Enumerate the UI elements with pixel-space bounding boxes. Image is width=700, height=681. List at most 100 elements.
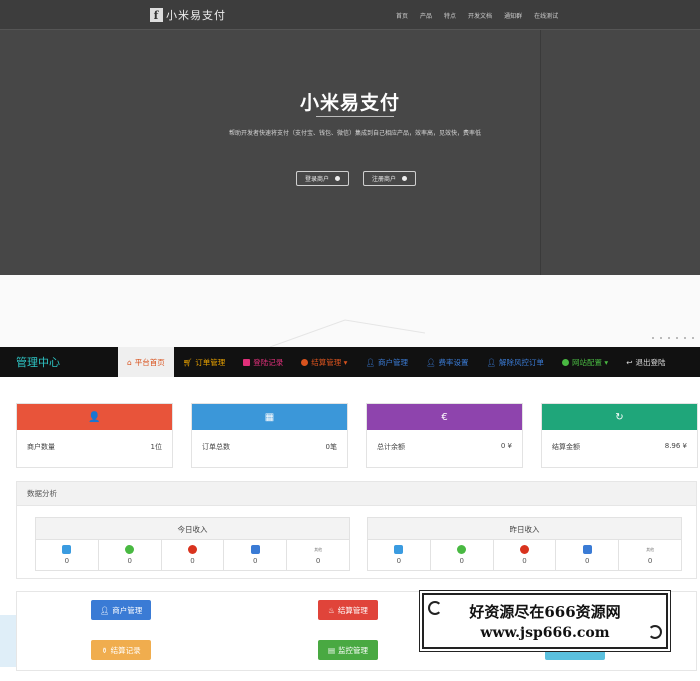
dot[interactable] bbox=[676, 337, 678, 339]
yesterday-income-title: 昨日收入 bbox=[367, 517, 682, 540]
yesterday-income: 昨日收入 0 0 0 0 其他 0 bbox=[367, 517, 682, 572]
other-icon: 其他 bbox=[314, 547, 323, 552]
nav-risk-orders[interactable]: 👤︎ 解除风控订单 bbox=[478, 347, 554, 377]
title-underline bbox=[316, 116, 394, 117]
stat-label: 商户数量 bbox=[27, 443, 55, 451]
nav-merchants[interactable]: 👤︎ 商户管理 bbox=[356, 347, 417, 377]
login-label: 登录商户 bbox=[305, 176, 330, 183]
logo-mark-icon: f bbox=[150, 8, 163, 22]
other-icon: 其他 bbox=[646, 547, 655, 552]
button-label: 监控管理 bbox=[338, 645, 369, 655]
dot[interactable] bbox=[692, 337, 694, 339]
login-merchant-button[interactable]: 登录商户 bbox=[296, 171, 350, 186]
alipay-icon bbox=[394, 545, 404, 554]
income-value: 0 bbox=[315, 557, 321, 565]
income-value: 0 bbox=[647, 557, 653, 565]
stat-label: 结算金额 bbox=[552, 443, 580, 451]
nav-rates[interactable]: 👤︎ 费率设置 bbox=[417, 347, 478, 377]
user-icon: 👤︎ bbox=[99, 605, 110, 615]
dot[interactable] bbox=[660, 337, 662, 339]
income-value: 0 bbox=[190, 557, 195, 565]
settlement-manage-button[interactable]: ♨ 结算管理 bbox=[318, 600, 378, 620]
watermark-logo: 好资源尽在666资源网 www.jsp666.com bbox=[422, 593, 668, 649]
nav-group[interactable]: 通知群 bbox=[504, 11, 522, 20]
income-value: 0 bbox=[585, 557, 590, 565]
income-value: 0 bbox=[522, 557, 527, 565]
nav-label: 退出登陆 bbox=[635, 357, 666, 367]
nav-platform-home[interactable]: ⌂ 平台首页 bbox=[118, 347, 174, 377]
cloud-icon bbox=[301, 358, 309, 366]
nav-home[interactable]: 首页 bbox=[396, 11, 408, 20]
section-gap bbox=[0, 275, 700, 347]
user-icon: 👤︎ bbox=[486, 357, 497, 367]
nav-label: 解除风控订单 bbox=[499, 357, 545, 367]
nav-login-records[interactable]: 登陆记录 bbox=[234, 347, 292, 377]
merchant-manage-button[interactable]: 👤︎ 商户管理 bbox=[91, 600, 151, 620]
watermark-line1: 好资源尽在666资源网 bbox=[469, 603, 621, 621]
today-income: 今日收入 0 0 0 0 其他 0 bbox=[35, 517, 350, 572]
monitor-manage-button[interactable]: ▤ 监控管理 bbox=[318, 640, 378, 660]
cart-icon: 🛒︎ bbox=[182, 357, 193, 367]
logo-text: 小米易支付 bbox=[166, 9, 226, 22]
hero-buttons: 登录商户 注册商户 bbox=[296, 171, 417, 186]
hero-title: 小米易支付 bbox=[299, 92, 400, 114]
panel-title: 数据分析 bbox=[17, 482, 696, 506]
button-label: 商户管理 bbox=[112, 605, 143, 615]
camera-icon bbox=[243, 358, 251, 366]
button-label: 结算记录 bbox=[110, 645, 141, 655]
stat-value: 1位 bbox=[150, 443, 162, 451]
nav-label: 网站配置 ▾ bbox=[572, 357, 609, 367]
stat-value: 0 ¥ bbox=[500, 442, 512, 450]
list-icon: ▤ bbox=[327, 645, 336, 655]
nav-orders[interactable]: 🛒︎ 订单管理 bbox=[174, 347, 235, 377]
nav-docs[interactable]: 开发文档 bbox=[468, 11, 492, 20]
carousel-dots bbox=[652, 337, 694, 339]
nav-site-config[interactable]: 网站配置 ▾ bbox=[553, 347, 617, 377]
stat-card-balance: € 总计余额 0 ¥ bbox=[366, 403, 523, 468]
hero-description: 帮助开发者快速将支付（支付宝、钱包、微信）集成到自己相应产品，效率高，见效快，费… bbox=[228, 130, 481, 137]
nav-features[interactable]: 特点 bbox=[444, 11, 456, 20]
nav-products[interactable]: 产品 bbox=[420, 11, 432, 20]
nav-label: 登陆记录 bbox=[253, 357, 284, 367]
income-value: 0 bbox=[64, 557, 70, 565]
income-value: 0 bbox=[396, 557, 402, 565]
site-logo[interactable]: f 小米易支付 bbox=[150, 7, 226, 23]
button-label: 结算管理 bbox=[337, 605, 368, 615]
nav-test[interactable]: 在线测试 bbox=[534, 11, 558, 20]
stat-card-orders: ▦ 订单总数 0笔 bbox=[191, 403, 348, 468]
today-income-title: 今日收入 bbox=[35, 517, 350, 540]
user-icon: 👤︎ bbox=[425, 357, 436, 367]
trophy-icon: ⚱ bbox=[101, 645, 108, 655]
admin-brand[interactable]: 管理中心 bbox=[0, 354, 118, 370]
user-icon: 👤 bbox=[17, 404, 172, 430]
euro-icon: € bbox=[367, 404, 522, 430]
hero-divider bbox=[540, 30, 541, 275]
dot[interactable] bbox=[668, 337, 670, 339]
home-icon: ⌂ bbox=[127, 357, 132, 367]
admin-navbar: 管理中心 ⌂ 平台首页 🛒︎ 订单管理 登陆记录 结算管理 ▾ 👤︎ 商户管理 … bbox=[0, 347, 700, 377]
nav-label: 商户管理 bbox=[377, 357, 408, 367]
check-icon: ↻ bbox=[542, 404, 697, 430]
nav-settlement[interactable]: 结算管理 ▾ bbox=[292, 347, 356, 377]
site-nav: 首页 产品 特点 开发文档 通知群 在线测试 bbox=[396, 11, 558, 20]
alipay-icon bbox=[62, 545, 72, 554]
dot[interactable] bbox=[652, 337, 654, 339]
settlement-records-button[interactable]: ⚱ 结算记录 bbox=[91, 640, 151, 660]
nav-logout[interactable]: ↩ 退出登陆 bbox=[617, 347, 674, 377]
decorative-shape bbox=[269, 319, 426, 347]
stat-value: 0笔 bbox=[325, 443, 337, 451]
income-value: 0 bbox=[253, 557, 258, 565]
nav-label: 费率设置 bbox=[438, 357, 469, 367]
stat-label: 订单总数 bbox=[202, 443, 230, 451]
qq-icon bbox=[519, 545, 529, 554]
dot[interactable] bbox=[684, 337, 686, 339]
nav-label: 平台首页 bbox=[134, 357, 165, 367]
shield-icon bbox=[250, 545, 260, 554]
stat-label: 总计余额 bbox=[377, 443, 405, 451]
side-strip bbox=[0, 615, 16, 667]
qq-icon bbox=[187, 545, 197, 554]
stat-value: 8.96 ¥ bbox=[664, 442, 687, 450]
nav-label: 订单管理 bbox=[195, 357, 226, 367]
register-merchant-button[interactable]: 注册商户 bbox=[363, 171, 417, 186]
nav-label: 结算管理 ▾ bbox=[311, 357, 348, 367]
